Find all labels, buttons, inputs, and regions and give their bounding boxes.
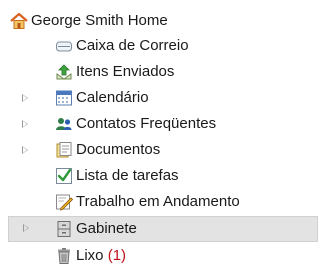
folder-item-trabalho-em-andamento[interactable]: Trabalho em Andamento	[0, 190, 318, 215]
folder-label: Calendário	[76, 89, 149, 106]
expand-arrow-icon[interactable]	[23, 224, 29, 232]
unread-count-badge: (1)	[107, 247, 127, 264]
folder-label: Contatos Freqüentes	[76, 115, 217, 132]
sent-items-icon	[55, 63, 73, 81]
folder-item-lixo[interactable]: Lixo (1)	[0, 244, 318, 269]
folder-tree: George Smith Home Caixa de Correio Itens…	[0, 0, 328, 278]
expand-arrow-icon[interactable]	[22, 94, 28, 102]
folder-label: Lixo	[76, 247, 104, 264]
calendar-icon	[55, 89, 73, 107]
task-list-icon	[55, 167, 73, 185]
tree-root-george-smith-home[interactable]: George Smith Home	[0, 9, 318, 34]
folder-label: Trabalho em Andamento	[76, 193, 240, 210]
folder-item-documentos[interactable]: Documentos	[0, 138, 318, 163]
folder-label: Lista de tarefas	[76, 167, 179, 184]
cabinet-icon	[55, 220, 73, 238]
folder-item-gabinete[interactable]: Gabinete	[8, 216, 318, 242]
trash-icon	[55, 247, 73, 265]
work-in-progress-icon	[55, 193, 74, 211]
folder-label: Documentos	[76, 141, 161, 158]
folder-label: Gabinete	[76, 220, 137, 237]
folder-item-contatos-frequentes[interactable]: Contatos Freqüentes	[0, 112, 318, 137]
folder-item-calendario[interactable]: Calendário	[0, 86, 318, 111]
tree-root-label: George Smith Home	[31, 12, 168, 29]
mailbox-icon	[55, 37, 73, 55]
folder-item-caixa-de-correio[interactable]: Caixa de Correio	[0, 34, 318, 59]
expand-arrow-icon[interactable]	[22, 146, 28, 154]
folder-item-lista-de-tarefas[interactable]: Lista de tarefas	[0, 164, 318, 189]
contacts-icon	[55, 115, 73, 133]
folder-label: Itens Enviados	[76, 63, 175, 80]
folder-item-itens-enviados[interactable]: Itens Enviados	[0, 60, 318, 85]
expand-arrow-icon[interactable]	[22, 120, 28, 128]
folder-label: Caixa de Correio	[76, 37, 189, 54]
folder-label-with-count: Lixo (1)	[76, 247, 126, 265]
home-icon	[10, 12, 28, 30]
documents-icon	[55, 141, 73, 159]
